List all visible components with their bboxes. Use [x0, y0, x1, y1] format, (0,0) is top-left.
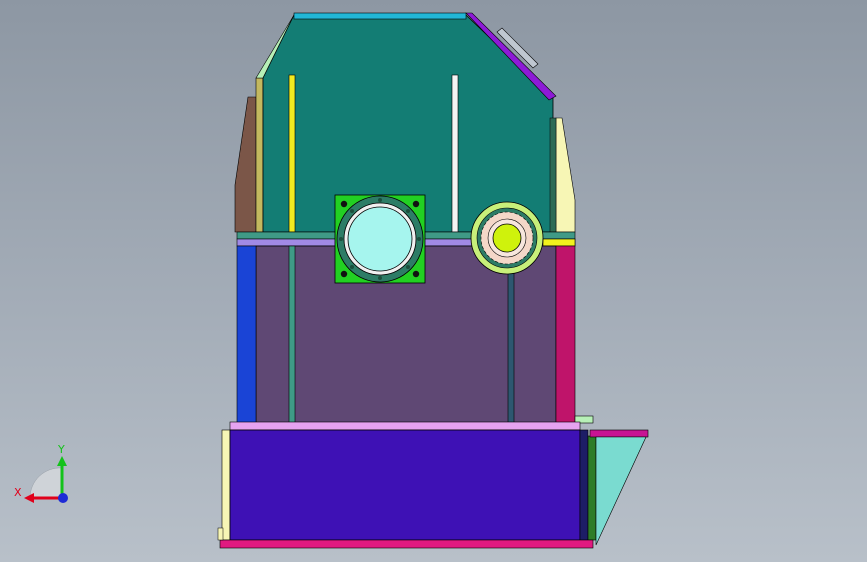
flange-bolt — [412, 270, 420, 278]
left-olive-strip — [255, 77, 264, 233]
y-axis-label: Y — [57, 443, 65, 456]
chute-top-lip — [589, 429, 649, 438]
bearing-bore — [347, 206, 413, 272]
right-pale-plate — [555, 117, 576, 233]
x-axis-label: X — [14, 486, 22, 499]
flange-bolt — [340, 270, 348, 278]
upper-rib-white — [451, 74, 459, 233]
gear-hub — [492, 223, 522, 253]
split-flange-yellow-end — [542, 238, 576, 247]
cad-viewport[interactable]: Y X — [0, 0, 867, 562]
discharge-chute — [595, 436, 647, 546]
right-magenta-plate — [555, 245, 576, 425]
base-box-panel — [229, 429, 581, 541]
flange-bolt — [340, 200, 348, 208]
upper-rib-yellow — [288, 74, 296, 233]
lower-rib-right — [507, 269, 515, 425]
flange-bolt — [412, 200, 420, 208]
x-axis-arrow — [24, 493, 34, 503]
base-bottom-rim — [219, 539, 594, 549]
left-blue-plate — [236, 245, 257, 425]
coordinate-triad: Y X — [14, 443, 68, 503]
left-brown-plate — [234, 96, 257, 233]
y-axis-arrow — [57, 456, 67, 466]
top-edge-bar — [293, 12, 467, 20]
triad-ground-plane — [29, 467, 63, 499]
base-left-strip — [221, 429, 231, 541]
base-right-dark — [579, 429, 589, 541]
base-left-foot — [217, 527, 224, 541]
lower-rib-left — [288, 245, 296, 425]
right-dark-strip — [549, 117, 557, 233]
z-axis-dot — [58, 493, 68, 503]
gearbox-model-view[interactable] — [0, 0, 867, 562]
base-top-rim — [229, 421, 581, 431]
base-right-green — [587, 435, 597, 541]
